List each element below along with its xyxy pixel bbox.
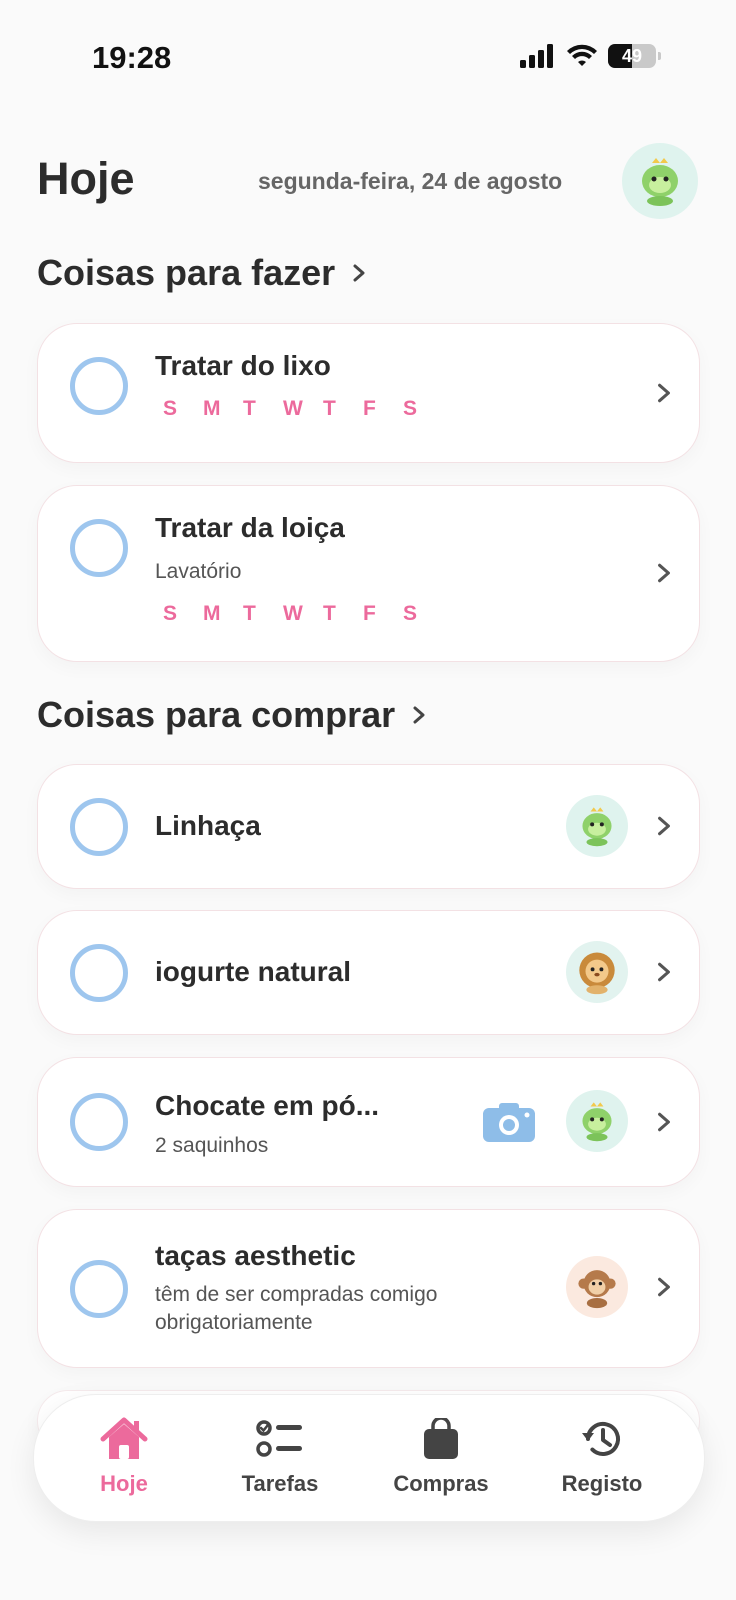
lion-avatar-icon [579, 952, 615, 995]
section-todo-title: Coisas para fazer [37, 252, 336, 293]
assignee-avatar [566, 1256, 628, 1318]
tab-registo[interactable]: Registo [532, 1415, 672, 1497]
day-label: W [283, 397, 303, 420]
task-title: Tratar do lixo [155, 350, 331, 381]
chevron-right-icon [413, 706, 425, 724]
task-days: S M T W T F S [163, 397, 443, 421]
checklist-icon [256, 1420, 302, 1457]
status-icons: 49 [520, 44, 661, 68]
tab-label: Tarefas [241, 1471, 319, 1496]
task-checkbox[interactable] [70, 519, 128, 577]
chevron-right-icon [658, 383, 670, 403]
tab-label: Compras [393, 1471, 489, 1496]
assignee-avatar [566, 941, 628, 1003]
chevron-right-icon [658, 1112, 670, 1132]
shopping-card[interactable]: Chocate em pó... 2 saquinhos [37, 1057, 700, 1187]
dino-avatar-icon [642, 158, 678, 206]
home-icon [100, 1417, 148, 1459]
assignee-avatar [566, 1090, 628, 1152]
chevron-right-icon [353, 264, 365, 282]
page-date: segunda-feira, 24 de agosto [258, 168, 563, 194]
shopping-card[interactable]: iogurte natural [37, 910, 700, 1035]
day-label: S [163, 397, 178, 420]
day-label: F [363, 397, 376, 420]
shopping-quantity: 2 saquinhos [155, 1134, 269, 1157]
shopping-card[interactable]: Linhaça [37, 764, 700, 889]
day-label: M [203, 602, 221, 625]
chevron-right-icon [658, 1277, 670, 1297]
wifi-icon [567, 44, 597, 66]
task-location: Lavatório [155, 560, 242, 583]
monkey-avatar-icon [578, 1270, 616, 1309]
shopping-checkbox[interactable] [70, 1093, 128, 1151]
shopping-title: iogurte natural [155, 956, 352, 987]
signal-icon [520, 44, 553, 68]
task-title: Tratar da loiça [155, 512, 345, 543]
day-label: W [283, 602, 303, 625]
shopping-note-line1: têm de ser compradas comigo [155, 1283, 438, 1306]
chevron-right-icon [658, 563, 670, 583]
battery-level: 49 [621, 45, 643, 66]
tab-label: Hoje [100, 1471, 148, 1496]
tab-tarefas[interactable]: Tarefas [210, 1415, 350, 1497]
tab-label: Registo [561, 1471, 643, 1496]
task-card[interactable]: Tratar da loiça Lavatório S M T W T F S [37, 485, 700, 662]
battery-icon: 49 [608, 44, 661, 68]
history-icon [582, 1422, 620, 1456]
day-label: S [163, 602, 178, 625]
day-label: T [243, 602, 256, 625]
chevron-right-icon [658, 816, 670, 836]
day-label: T [243, 397, 256, 420]
shopping-title: Chocate em pó... [155, 1090, 380, 1121]
day-label: T [323, 397, 336, 420]
shopping-title: taças aesthetic [155, 1240, 356, 1271]
shopping-title: Linhaça [155, 810, 261, 841]
profile-avatar[interactable] [622, 143, 698, 219]
shopping-checkbox[interactable] [70, 1260, 128, 1318]
shopping-card[interactable]: taças aesthetic têm de ser compradas com… [37, 1209, 700, 1368]
tab-compras[interactable]: Compras [371, 1415, 511, 1497]
dino-avatar-icon [582, 807, 612, 847]
shopping-checkbox[interactable] [70, 798, 128, 856]
day-label: S [403, 397, 418, 420]
day-label: M [203, 397, 221, 420]
chevron-right-icon [658, 962, 670, 982]
shopping-checkbox[interactable] [70, 944, 128, 1002]
tab-hoje[interactable]: Hoje [54, 1415, 194, 1497]
section-todo-link[interactable]: Coisas para fazer [37, 252, 369, 294]
shopping-bag-icon [424, 1418, 458, 1459]
day-label: S [403, 602, 418, 625]
task-days: S M T W T F S [163, 602, 443, 626]
assignee-avatar [566, 795, 628, 857]
section-shopping-title: Coisas para comprar [37, 694, 396, 735]
day-label: T [323, 602, 336, 625]
status-time: 19:28 [92, 40, 172, 75]
task-checkbox[interactable] [70, 357, 128, 415]
task-card[interactable]: Tratar do lixo S M T W T F S [37, 323, 700, 463]
page-title: Hoje [37, 153, 135, 204]
shopping-note-line2: obrigatoriamente [155, 1311, 313, 1334]
day-label: F [363, 602, 376, 625]
bottom-tab-bar: Hoje Tarefas Compras Registo [33, 1394, 705, 1522]
dino-avatar-icon [582, 1102, 612, 1142]
section-shopping-link[interactable]: Coisas para comprar [37, 694, 429, 736]
camera-icon[interactable] [483, 1102, 535, 1142]
